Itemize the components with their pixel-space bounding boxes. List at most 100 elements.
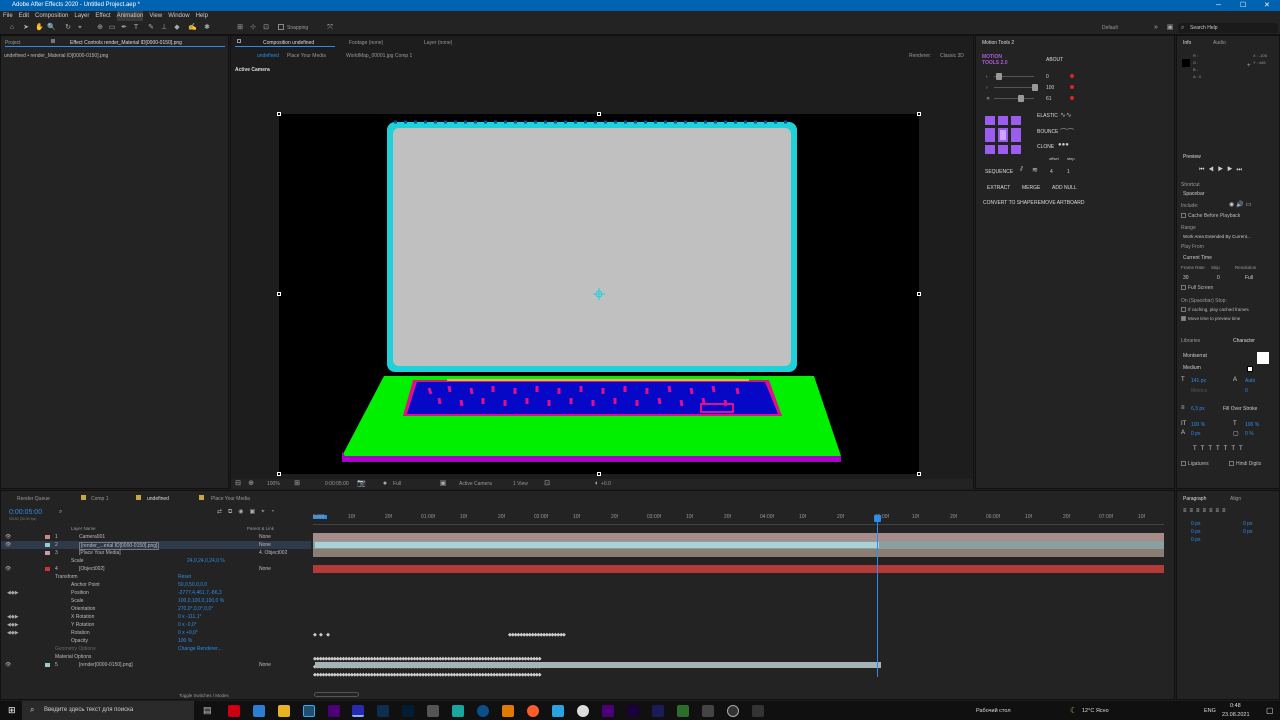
view-axis-icon[interactable]: ⊡ — [262, 24, 270, 32]
menu-window[interactable]: Window — [168, 11, 189, 21]
snapping-checkbox[interactable] — [278, 24, 284, 30]
type-tool-icon[interactable]: T — [132, 24, 140, 32]
slider-2-track[interactable] — [994, 87, 1034, 88]
leading-value[interactable]: Auto — [1245, 378, 1255, 384]
if-caching-checkbox[interactable]: If caching, play cached frames — [1181, 307, 1249, 313]
app-icon-firefox[interactable] — [527, 705, 539, 717]
zoom-slider[interactable] — [314, 692, 359, 697]
keyframes-position[interactable]: ◆ ◆ ◆ — [313, 631, 330, 639]
zoom-tool-icon[interactable]: 🔍 — [47, 24, 56, 32]
anchor-tl[interactable] — [985, 116, 995, 126]
workspace-more-icon[interactable]: » — [1152, 24, 1160, 32]
grid-icon[interactable]: ⊞ — [293, 480, 301, 488]
zoom-level[interactable]: 100% — [267, 481, 280, 487]
clock-time[interactable]: 0:48 — [1230, 703, 1241, 709]
camera-tool-icon[interactable]: ⌖ — [76, 24, 84, 32]
slider-3-track[interactable] — [994, 98, 1034, 99]
viewer-timecode[interactable]: 0:00:05:00 — [325, 481, 349, 487]
brush-tool-icon[interactable]: ✎ — [147, 24, 155, 32]
track-bar-object002[interactable] — [313, 565, 1164, 573]
playback-controls[interactable]: ⏮◀▶▶⏭ — [1199, 167, 1246, 174]
app-icon-after-effects-active[interactable] — [352, 705, 364, 717]
kerning-value[interactable]: Metrics — [1191, 388, 1207, 394]
close-button[interactable]: ✕ — [1264, 0, 1270, 11]
sequence-step-value[interactable]: 1 — [1067, 169, 1070, 175]
comp-canvas[interactable] — [277, 112, 921, 476]
pen-tool-icon[interactable]: ✒ — [120, 24, 128, 32]
app-icon-photoshop[interactable] — [402, 705, 414, 717]
remove-artboard-button[interactable]: REMOVE ARTBOARD — [1034, 200, 1084, 206]
app-icon-telegram[interactable] — [552, 705, 564, 717]
time-ruler[interactable]: 0:00f 10f 20f 01:00f 10f 20f 02:00f 10f … — [313, 511, 1164, 525]
app-icon-explorer[interactable] — [278, 705, 290, 717]
about-button[interactable]: ABOUT — [1046, 57, 1063, 63]
hindi-digits-checkbox[interactable]: Hindi Digits — [1229, 461, 1261, 467]
merge-button[interactable]: MERGE — [1022, 185, 1040, 191]
camera-select[interactable]: Active Camera — [459, 481, 492, 487]
slider-2-thumb[interactable] — [1032, 84, 1038, 91]
frame-rate-select[interactable]: 30 — [1183, 275, 1189, 281]
crumb-undefined[interactable]: undefined — [257, 53, 279, 59]
keyframes-rotation[interactable]: ◆◆◆◆◆◆◆◆◆◆◆◆◆◆◆◆◆◆◆◆◆◆◆◆◆◆◆◆◆◆◆◆◆◆◆◆◆◆◆◆… — [313, 671, 542, 679]
task-view-icon[interactable]: ▤ — [203, 705, 212, 716]
local-axis-icon[interactable]: ⊞ — [236, 24, 244, 32]
handle-tl[interactable] — [277, 112, 281, 116]
app-icon-premiere-2[interactable] — [627, 705, 639, 717]
puppet-tool-icon[interactable]: ✱ — [203, 24, 211, 32]
tsume-value[interactable]: 0 % — [1245, 431, 1254, 437]
app-icon-utility[interactable] — [427, 705, 439, 717]
full-screen-checkbox[interactable]: Full Screen — [1181, 285, 1213, 291]
indent-first[interactable]: 0 px — [1191, 529, 1200, 535]
snapshot-icon[interactable]: 📷 — [357, 480, 366, 488]
tab-undefined[interactable]: undefined — [147, 496, 169, 502]
menu-help[interactable]: Help — [196, 11, 208, 21]
home-icon[interactable]: ⌂ — [8, 24, 16, 32]
language-indicator[interactable]: ENG — [1204, 708, 1216, 714]
indent-right[interactable]: 0 px — [1243, 521, 1252, 527]
menu-composition[interactable]: Composition — [35, 11, 68, 21]
world-axis-icon[interactable]: ⊹ — [249, 24, 257, 32]
hand-tool-icon[interactable]: ✋ — [35, 24, 44, 32]
tab-comp-1[interactable]: Comp 1 — [91, 496, 109, 502]
convert-to-shape-button[interactable]: CONVERT TO SHAPE — [983, 200, 1034, 206]
track-bar-render-material[interactable] — [313, 541, 1164, 549]
extract-button[interactable]: EXTRACT — [987, 185, 1010, 191]
app-icon-audition[interactable] — [377, 705, 389, 717]
sequence-icon-1[interactable]: ⫽ — [1020, 166, 1023, 174]
tab-audio[interactable]: Audio — [1213, 40, 1226, 46]
settings-icon[interactable] — [752, 705, 764, 717]
baseline-value[interactable]: 0 px — [1191, 431, 1200, 437]
app-icon-xd[interactable] — [602, 705, 614, 717]
vertical-scale-value[interactable]: 100 % — [1191, 422, 1205, 428]
fast-preview-icon[interactable]: ⊡ — [543, 480, 551, 488]
tracking-value[interactable]: 0 — [1245, 388, 1248, 394]
slider-3-value[interactable]: 61 — [1046, 96, 1052, 102]
handle-tr[interactable] — [917, 112, 921, 116]
resolution-select[interactable]: Full — [1245, 275, 1253, 281]
cache-checkbox[interactable]: Cache Before Playback — [1181, 213, 1240, 219]
always-preview-icon[interactable]: ⊟ — [234, 480, 242, 488]
timeline-switches[interactable]: ⇄⧉◉▣⌖◔ — [217, 508, 280, 516]
anchor-center[interactable] — [998, 128, 1008, 142]
crumb-place-your-media[interactable]: Place Your Media — [287, 53, 326, 59]
app-icon-browser[interactable] — [253, 705, 265, 717]
selection-tool-icon[interactable]: ➤ — [22, 24, 30, 32]
lock-icon[interactable] — [51, 39, 55, 43]
clone-button[interactable]: CLONE — [1037, 144, 1054, 150]
fill-color-swatch[interactable] — [1257, 352, 1269, 364]
handle-br[interactable] — [917, 472, 921, 476]
rotate-tool-icon[interactable]: ↻ — [64, 24, 72, 32]
menu-view[interactable]: View — [149, 11, 162, 21]
stroke-color-swatch[interactable] — [1247, 366, 1253, 372]
renderer-value[interactable]: Classic 3D — [940, 53, 964, 59]
handle-mr[interactable] — [917, 292, 921, 296]
skip-select[interactable]: 0 — [1217, 275, 1220, 281]
tab-align[interactable]: Align — [1230, 496, 1241, 502]
tab-layer[interactable]: Layer (none) — [424, 40, 452, 46]
tab-paragraph[interactable]: Paragraph — [1183, 496, 1206, 502]
notification-icon[interactable]: ▢ — [1266, 706, 1274, 715]
faux-styles[interactable]: TTTTTTT — [1193, 446, 1247, 452]
app-icon-clock[interactable] — [727, 705, 739, 717]
handle-tc[interactable] — [597, 112, 601, 116]
clone-stamp-tool-icon[interactable]: ⊥ — [160, 24, 168, 32]
